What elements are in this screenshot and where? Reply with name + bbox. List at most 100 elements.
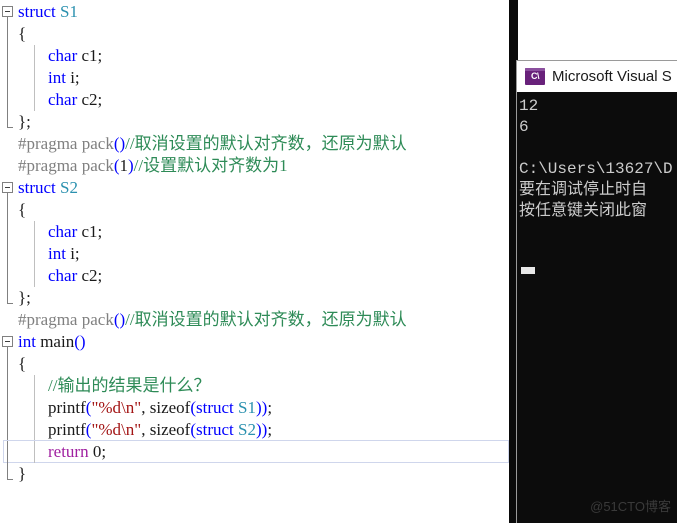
code-token: () bbox=[113, 310, 126, 329]
code-line[interactable]: int i; bbox=[0, 67, 509, 89]
fold-guide-line bbox=[7, 353, 8, 375]
code-token: "%d bbox=[91, 398, 122, 417]
fold-guide-elbow bbox=[7, 479, 13, 480]
code-token: struct bbox=[196, 398, 234, 417]
code-token: () bbox=[113, 134, 126, 153]
code-line[interactable]: printf("%d\n", sizeof(struct S1)); bbox=[0, 397, 509, 419]
code-token: #pragma pack bbox=[18, 156, 114, 175]
fold-guide-elbow bbox=[7, 127, 13, 128]
code-token: #pragma pack bbox=[18, 310, 114, 329]
code-token: return bbox=[48, 442, 89, 461]
code-token: char bbox=[48, 90, 78, 109]
code-token: S2 bbox=[238, 420, 257, 439]
fold-guide-line bbox=[7, 397, 8, 419]
code-token: }; bbox=[18, 112, 31, 131]
console-output-line: 6 bbox=[519, 118, 529, 136]
code-line-text: }; bbox=[18, 111, 31, 133]
code-token: S2 bbox=[60, 178, 78, 197]
code-token: printf bbox=[48, 398, 86, 417]
code-line-text: struct S2 bbox=[18, 177, 78, 199]
code-line[interactable]: #pragma pack(1)//设置默认对齐数为1 bbox=[0, 155, 509, 177]
code-token: #pragma pack bbox=[18, 134, 114, 153]
fold-guide-line bbox=[7, 221, 8, 243]
code-token: //设置默认对齐数为1 bbox=[133, 156, 288, 175]
code-token: //取消设置的默认对齐数，还原为默认 bbox=[125, 310, 407, 329]
code-line[interactable]: //输出的结果是什么？ bbox=[0, 375, 509, 397]
code-line[interactable]: int i; bbox=[0, 243, 509, 265]
code-token: , bbox=[141, 398, 150, 417]
code-token: { bbox=[18, 200, 27, 219]
code-line[interactable]: struct S2 bbox=[0, 177, 509, 199]
fold-guide-elbow bbox=[7, 303, 13, 304]
code-line[interactable]: } bbox=[0, 463, 509, 485]
code-token: { bbox=[18, 24, 27, 43]
code-line-text: int i; bbox=[48, 67, 80, 89]
code-token: int bbox=[18, 332, 36, 351]
indent-guide bbox=[34, 67, 35, 89]
code-line[interactable]: }; bbox=[0, 111, 509, 133]
code-line[interactable]: char c1; bbox=[0, 221, 509, 243]
code-token: ; bbox=[267, 398, 273, 417]
fold-collapse-icon[interactable] bbox=[2, 182, 13, 193]
code-line[interactable]: { bbox=[0, 23, 509, 45]
screenshot-root: struct S1{char c1; int i; char c2;}; #pragm… bbox=[0, 0, 677, 523]
code-token: , bbox=[141, 420, 150, 439]
icon-glyph: C\ bbox=[531, 71, 540, 81]
code-line-text: printf("%d\n", sizeof(struct S1)); bbox=[48, 397, 272, 419]
code-editor[interactable]: struct S1{char c1; int i; char c2;}; #pragm… bbox=[0, 0, 509, 523]
code-token: printf bbox=[48, 420, 86, 439]
code-token: ; bbox=[101, 442, 107, 461]
code-line-text: #pragma pack(1)//设置默认对齐数为1 bbox=[18, 155, 288, 177]
code-line-text: return 0; bbox=[48, 441, 106, 463]
code-token: struct bbox=[196, 420, 234, 439]
code-line[interactable]: char c2; bbox=[0, 265, 509, 287]
code-line[interactable]: { bbox=[0, 199, 509, 221]
console-window[interactable]: C\ Microsoft Visual S 12 6 C:\Users\13627… bbox=[516, 60, 677, 523]
indent-guide bbox=[34, 45, 35, 67]
fold-collapse-icon[interactable] bbox=[2, 6, 13, 17]
fold-guide-line bbox=[7, 441, 8, 463]
indent-guide bbox=[34, 243, 35, 265]
code-line-text: }; bbox=[18, 287, 31, 309]
code-line-text: char c1; bbox=[48, 221, 102, 243]
indent-guide bbox=[34, 265, 35, 287]
indent-guide bbox=[34, 375, 35, 397]
code-line[interactable]: return 0; bbox=[0, 441, 509, 463]
code-token: () bbox=[74, 332, 86, 351]
code-line-text: char c1; bbox=[48, 45, 102, 67]
code-token: )) bbox=[256, 398, 268, 417]
code-token: 1 bbox=[119, 156, 129, 175]
code-line[interactable]: }; bbox=[0, 287, 509, 309]
code-token: char bbox=[48, 46, 78, 65]
code-token: char bbox=[48, 222, 78, 241]
code-line-text: printf("%d\n", sizeof(struct S2)); bbox=[48, 419, 272, 441]
code-token: \n bbox=[121, 420, 135, 439]
code-line[interactable]: #pragma pack()//取消设置的默认对齐数，还原为默认 bbox=[0, 309, 509, 331]
fold-guide-line bbox=[7, 265, 8, 287]
code-line[interactable]: char c1; bbox=[0, 45, 509, 67]
code-line-text: //输出的结果是什么？ bbox=[48, 375, 210, 397]
code-line[interactable]: char c2; bbox=[0, 89, 509, 111]
console-output-area[interactable]: 12 6 C:\Users\13627\D 要在调试停止时自 按任意键关闭此窗 bbox=[517, 92, 677, 523]
console-titlebar[interactable]: C\ Microsoft Visual S bbox=[517, 61, 677, 92]
code-token: sizeof bbox=[149, 398, 191, 417]
code-line-text: { bbox=[18, 23, 26, 45]
code-line-text: int i; bbox=[48, 243, 80, 265]
console-output-line: 要在调试停止时自 bbox=[519, 181, 648, 199]
code-line[interactable]: #pragma pack()//取消设置的默认对齐数，还原为默认 bbox=[0, 133, 509, 155]
fold-guide-line bbox=[7, 67, 8, 89]
code-token: main bbox=[35, 332, 75, 351]
code-line[interactable]: printf("%d\n", sizeof(struct S2)); bbox=[0, 419, 509, 441]
code-line[interactable]: { bbox=[0, 353, 509, 375]
code-line[interactable]: int main() bbox=[0, 331, 509, 353]
code-token: { bbox=[18, 354, 27, 373]
console-output-line: C:\Users\13627\D bbox=[519, 160, 673, 178]
fold-guide-line bbox=[7, 89, 8, 111]
code-token: S1 bbox=[60, 2, 78, 21]
code-line-text: #pragma pack()//取消设置的默认对齐数，还原为默认 bbox=[18, 133, 407, 155]
code-line[interactable]: struct S1 bbox=[0, 1, 509, 23]
console-text-lines: 12 6 C:\Users\13627\D 要在调试停止时自 按任意键关闭此窗 bbox=[519, 96, 677, 222]
fold-collapse-icon[interactable] bbox=[2, 336, 13, 347]
code-token: \n bbox=[121, 398, 135, 417]
